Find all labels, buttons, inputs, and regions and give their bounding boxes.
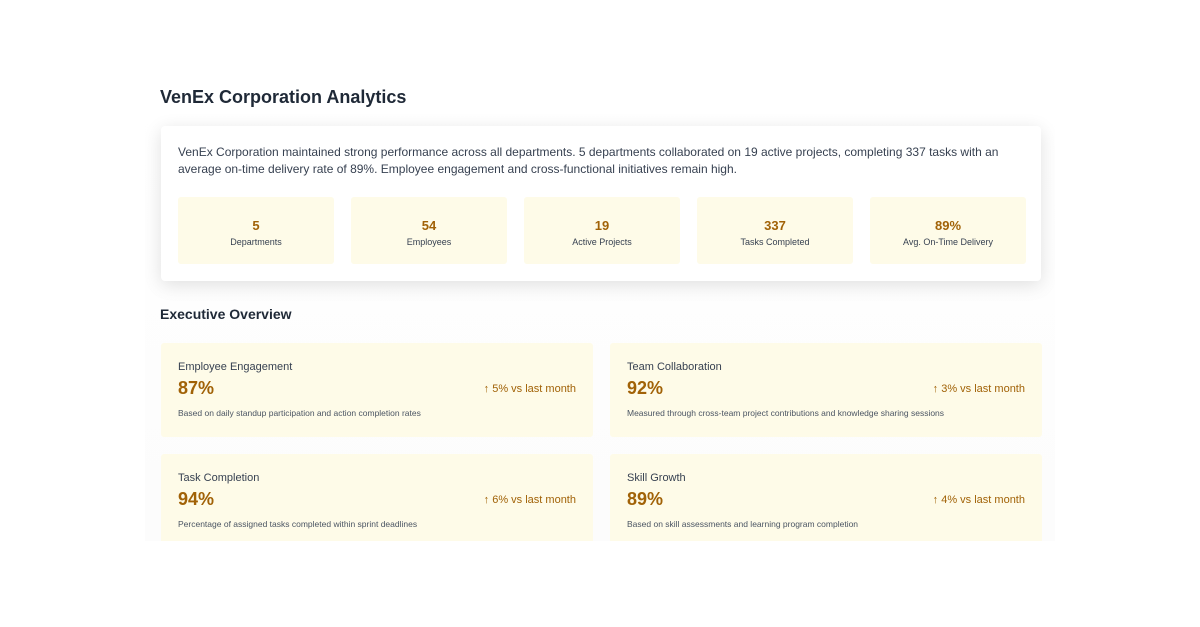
stat-on-time-delivery: 89% Avg. On-Time Delivery	[870, 197, 1026, 264]
stat-departments: 5 Departments	[178, 197, 334, 264]
page-title: VenEx Corporation Analytics	[160, 87, 407, 107]
metric-card-skill-growth: Skill Growth 89% ↑ 4% vs last month Base…	[610, 454, 1042, 541]
stat-label: Employees	[406, 237, 452, 247]
metric-value: 92%	[627, 378, 664, 398]
stat-label: Avg. On-Time Delivery	[902, 237, 994, 247]
metric-value: 94%	[178, 489, 215, 509]
metric-value: 89%	[627, 489, 664, 509]
metric-card-employee-engagement: Employee Engagement 87% ↑ 5% vs last mon…	[161, 343, 593, 437]
metric-change: ↑ 5% vs last month	[483, 383, 576, 395]
stats-row: 5 Departments 54 Employees 19 Active Pro…	[178, 197, 1026, 264]
section-title-executive-overview: Executive Overview	[160, 306, 292, 322]
metric-change: ↑ 3% vs last month	[932, 383, 1025, 395]
summary-card: VenEx Corporation maintained strong perf…	[161, 126, 1041, 281]
metric-name: Employee Engagement	[178, 361, 293, 373]
metric-description: Based on skill assessments and learning …	[627, 519, 859, 529]
analytics-page: VenEx Corporation Analytics VenEx Corpor…	[145, 85, 1055, 541]
metric-description: Based on daily standup participation and…	[178, 408, 421, 418]
stat-value: 54	[421, 218, 437, 233]
stat-label: Tasks Completed	[740, 237, 810, 247]
metric-card-task-completion: Task Completion 94% ↑ 6% vs last month P…	[161, 454, 593, 541]
stat-employees: 54 Employees	[351, 197, 507, 264]
metric-card-team-collaboration: Team Collaboration 92% ↑ 3% vs last mont…	[610, 343, 1042, 437]
stat-value: 89%	[934, 218, 962, 233]
metric-name: Task Completion	[178, 472, 260, 484]
summary-text: VenEx Corporation maintained strong perf…	[178, 145, 999, 176]
metric-description: Percentage of assigned tasks completed w…	[178, 519, 418, 529]
stat-value: 19	[594, 218, 610, 233]
stat-tasks-completed: 337 Tasks Completed	[697, 197, 853, 264]
stat-active-projects: 19 Active Projects	[524, 197, 680, 264]
metric-change: ↑ 6% vs last month	[483, 494, 576, 506]
stat-label: Departments	[230, 237, 282, 247]
metric-value: 87%	[178, 378, 215, 398]
metric-name: Skill Growth	[627, 472, 686, 484]
metric-description: Measured through cross-team project cont…	[627, 408, 945, 418]
stat-value: 5	[252, 218, 260, 233]
stat-value: 337	[764, 218, 786, 233]
metric-change: ↑ 4% vs last month	[932, 494, 1025, 506]
stat-label: Active Projects	[572, 237, 632, 247]
metric-name: Team Collaboration	[627, 361, 722, 373]
